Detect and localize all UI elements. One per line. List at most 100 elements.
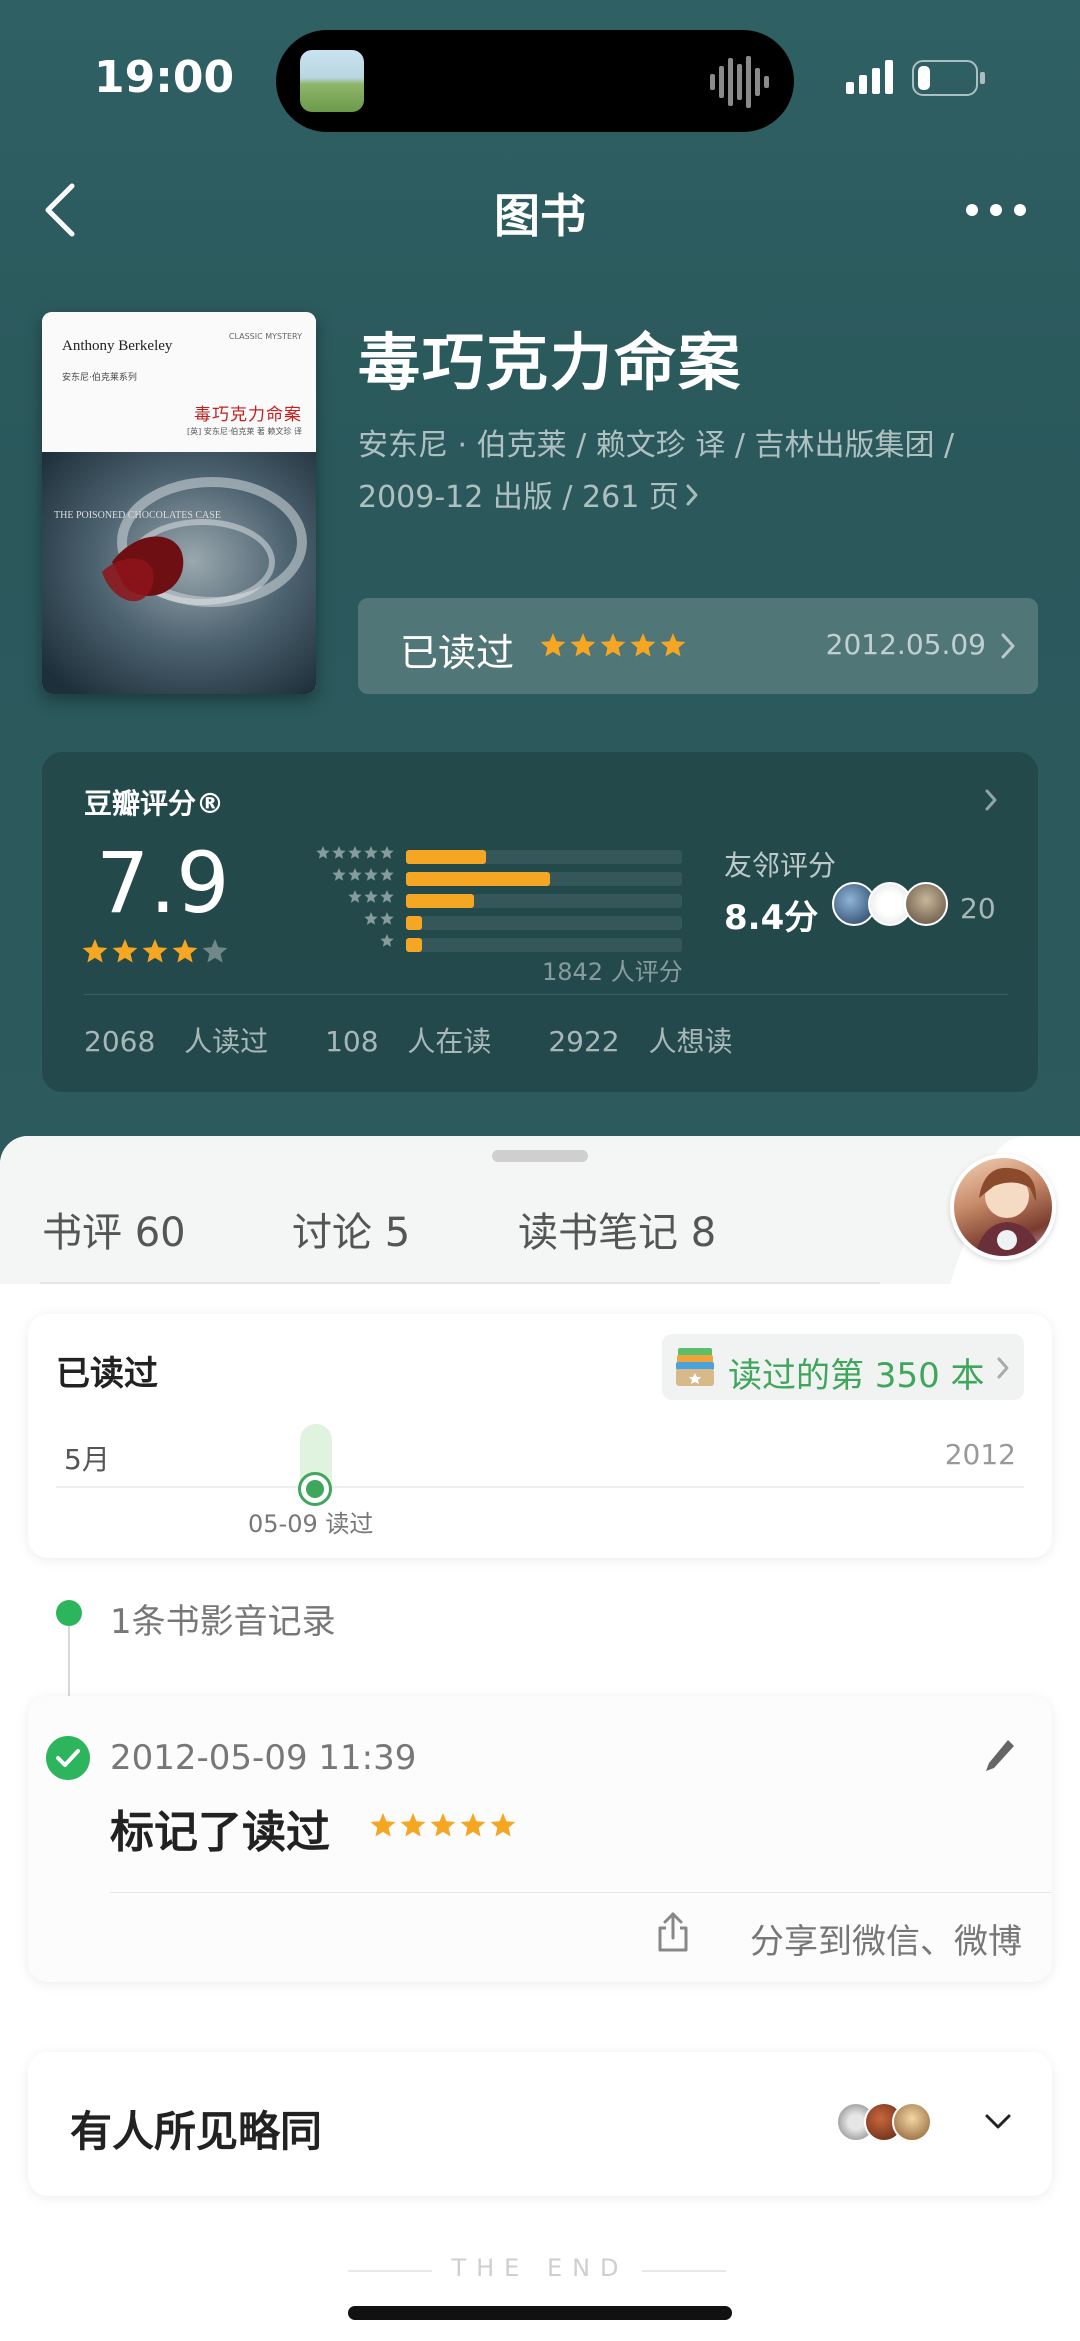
stat-read[interactable]: 2068 人读过 (84, 1025, 268, 1058)
my-rating-stars (540, 632, 686, 662)
star-icon (172, 939, 198, 963)
book-meta[interactable]: 安东尼 · 伯克莱 / 赖文珍 译 / 吉林出版集团 / 2009-12 出版 … (358, 420, 998, 524)
more-dots-icon[interactable] (964, 196, 1028, 224)
read-card-title: 已读过 (56, 1354, 158, 1394)
rating-score: 7.9 (96, 834, 230, 932)
divider (642, 2270, 726, 2272)
star-icon (112, 939, 138, 963)
read-status-label: 已读过 (400, 631, 515, 675)
user-avatar[interactable] (950, 1154, 1056, 1260)
divider (40, 1282, 880, 1284)
star-level-icon (364, 912, 394, 925)
distribution-row (252, 888, 682, 910)
rating-count: 1842 人评分 (542, 958, 683, 986)
douban-rating-card[interactable]: 豆瓣评分® 7.9 1842 人评分 友邻评分 8.4分 20 2068 人读过… (42, 752, 1038, 1092)
friends-rating-label: 友邻评分 (724, 849, 837, 882)
distribution-track (406, 938, 682, 952)
friends-count: 20 (960, 892, 996, 925)
distribution-row (252, 844, 682, 866)
star-level-icon (332, 868, 394, 881)
divider (84, 994, 1008, 995)
star-icon (202, 939, 228, 963)
record-time: 2012-05-09 11:39 (110, 1738, 417, 1778)
book-meta-line1: 安东尼 · 伯克莱 / 赖文珍 译 / 吉林出版集团 / (358, 428, 955, 463)
stat-reading[interactable]: 108 人在读 (325, 1025, 491, 1058)
cover-title: 毒巧克力命案 (194, 405, 302, 425)
rating-stars (82, 938, 228, 968)
record-action: 标记了读过 (110, 1807, 330, 1858)
similar-avatars (836, 2102, 936, 2146)
cover-author-en: Anthony Berkeley (62, 338, 173, 354)
divider (110, 1892, 1052, 1893)
chevron-right-icon (686, 484, 698, 506)
star-icon (370, 1813, 396, 1837)
share-button[interactable]: 分享到微信、微博 (750, 1914, 1022, 1963)
distribution-row (252, 866, 682, 888)
timeline-marker[interactable] (298, 1472, 332, 1506)
check-circle-icon (46, 1736, 90, 1780)
read-count-badge[interactable]: 读过的第 350 本 (662, 1334, 1024, 1400)
star-level-icon (348, 890, 394, 903)
star-level-icon (316, 846, 394, 859)
read-count-text: 读过的第 350 本 (728, 1356, 985, 1396)
status-time: 19:00 (94, 52, 235, 103)
tab-notes[interactable]: 读书笔记 8 (518, 1200, 716, 1258)
distribution-bar (406, 894, 475, 908)
cover-author-cn: 安东尼·伯克莱系列 (62, 373, 137, 383)
distribution-bar (406, 916, 422, 930)
dynamic-island[interactable] (276, 30, 794, 132)
chevron-down-icon[interactable] (984, 2112, 1012, 2132)
share-icon[interactable] (656, 1910, 690, 1954)
cover-series: CLASSIC MYSTERY (228, 332, 302, 341)
read-status-button[interactable]: 已读过 2012.05.09 (358, 598, 1038, 694)
cover-artwork (42, 452, 316, 694)
record-card: 2012-05-09 11:39 标记了读过 分享到微信、微博 (28, 1696, 1052, 1982)
end-text: THE END (451, 2254, 629, 2282)
star-icon (82, 939, 108, 963)
record-stars (370, 1812, 516, 1842)
pencil-icon[interactable] (982, 1736, 1018, 1776)
distribution-row (252, 932, 682, 954)
star-icon (660, 633, 686, 657)
drag-handle[interactable] (492, 1150, 588, 1162)
tab-discussions[interactable]: 讨论 5 (292, 1200, 410, 1258)
timeline-year: 2012 (944, 1438, 1016, 1471)
book-meta-line2: 2009-12 出版 / 261 页 (358, 480, 679, 515)
timeline-dot (56, 1600, 82, 1626)
chevron-right-icon (985, 789, 997, 811)
read-date: 2012.05.09 (825, 628, 986, 661)
chevron-right-icon (997, 1357, 1009, 1379)
similar-opinion-card[interactable]: 有人所见略同 (28, 2052, 1052, 2196)
end-marker: THE END (0, 2254, 1080, 2284)
distribution-row (252, 910, 682, 932)
rating-title: 豆瓣评分® (84, 787, 225, 820)
distribution-track (406, 916, 682, 930)
page-title: 图书 (494, 189, 586, 243)
bookshelf-icon (676, 1348, 714, 1386)
book-cover[interactable]: Anthony Berkeley 安东尼·伯克莱系列 CLASSIC MYSTE… (42, 312, 316, 694)
battery-icon (912, 60, 985, 96)
home-indicator[interactable] (348, 2306, 732, 2320)
star-icon (540, 633, 566, 657)
star-icon (142, 939, 168, 963)
distribution-bar (406, 872, 551, 886)
cover-translator: [英] 安东尼·伯克莱 著 赖文珍 译 (187, 427, 302, 436)
star-icon (630, 633, 656, 657)
stat-want[interactable]: 2922 人想读 (548, 1025, 732, 1058)
read-progress-card: 已读过 读过的第 350 本 5月 2012 05-09 读过 (28, 1314, 1052, 1558)
tab-reviews[interactable]: 书评 60 (42, 1200, 186, 1258)
star-rating-icon (540, 633, 686, 657)
friends-avatars[interactable] (832, 882, 952, 928)
star-icon (430, 1813, 456, 1837)
avatar (904, 882, 948, 926)
star-icon (460, 1813, 486, 1837)
distribution-bar (406, 938, 422, 952)
star-level-icon (380, 934, 394, 947)
audio-wave-icon (710, 56, 769, 108)
star-icon (570, 633, 596, 657)
avatar (892, 2102, 932, 2142)
reading-stats: 2068 人读过 108 人在读 2922 人想读 (84, 1020, 761, 1060)
star-icon (600, 633, 626, 657)
similar-opinion-title: 有人所见略同 (70, 2107, 323, 2156)
star-icon (400, 1813, 426, 1837)
